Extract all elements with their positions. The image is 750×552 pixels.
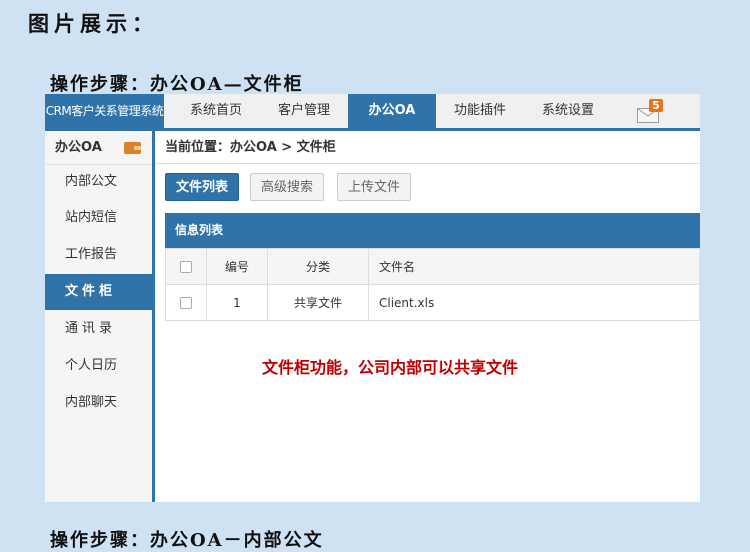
row-select-cell bbox=[165, 284, 207, 321]
brand-logo[interactable]: CRM客户关系管理系统 bbox=[45, 94, 164, 128]
app-window: CRM客户关系管理系统 系统首页 客户管理 办公OA 功能插件 系统设置 5 办… bbox=[45, 94, 700, 502]
column-header-filename[interactable]: 文件名 bbox=[368, 248, 700, 285]
nav-tab-home[interactable]: 系统首页 bbox=[172, 94, 260, 128]
step-title: 操作步骤：办公OA—文件柜 bbox=[50, 74, 304, 95]
next-step-title: 操作步骤：办公OA－内部公文 bbox=[50, 530, 324, 551]
select-all-cell bbox=[165, 248, 207, 285]
sidebar-item-documents[interactable]: 内部公文 bbox=[45, 164, 152, 200]
row-checkbox[interactable] bbox=[180, 297, 192, 309]
cell-id: 1 bbox=[206, 284, 268, 321]
sidebar-title: 办公OA bbox=[55, 140, 102, 155]
column-header-id[interactable]: 编号 bbox=[206, 248, 268, 285]
sidebar-item-chat[interactable]: 内部聊天 bbox=[45, 385, 152, 421]
nav-tab-office-oa[interactable]: 办公OA bbox=[348, 94, 436, 128]
file-table: 编号 分类 文件名 1 共享文件 Client.xls bbox=[165, 248, 700, 321]
sidebar-item-calendar[interactable]: 个人日历 bbox=[45, 348, 152, 384]
table-title: 信息列表 bbox=[165, 213, 700, 248]
cell-filename[interactable]: Client.xls bbox=[368, 284, 700, 321]
breadcrumb: 当前位置：办公OA > 文件柜 bbox=[155, 131, 700, 164]
sidebar: 办公OA 内部公文 站内短信 工作报告 文件柜 通讯录 个人日历 内部聊天 bbox=[45, 131, 155, 502]
cell-category: 共享文件 bbox=[267, 284, 369, 321]
page-heading: 图片展示： bbox=[28, 11, 158, 36]
advanced-search-button[interactable]: 高级搜索 bbox=[250, 173, 325, 201]
sidebar-header: 办公OA bbox=[45, 131, 152, 165]
wallet-icon bbox=[124, 142, 141, 154]
sidebar-item-messages[interactable]: 站内短信 bbox=[45, 200, 152, 236]
table-header-row: 编号 分类 文件名 bbox=[165, 248, 700, 285]
main-content: 当前位置：办公OA > 文件柜 文件列表 高级搜索 上传文件 信息列表 编号 分… bbox=[155, 131, 700, 502]
file-list-button[interactable]: 文件列表 bbox=[165, 173, 240, 201]
select-all-checkbox[interactable] bbox=[180, 261, 192, 273]
sidebar-item-file-cabinet[interactable]: 文件柜 bbox=[45, 274, 152, 310]
unread-badge: 5 bbox=[649, 99, 663, 112]
top-nav-bar: CRM客户关系管理系统 系统首页 客户管理 办公OA 功能插件 系统设置 5 bbox=[45, 94, 700, 131]
table-row[interactable]: 1 共享文件 Client.xls bbox=[165, 284, 700, 321]
column-header-category[interactable]: 分类 bbox=[267, 248, 369, 285]
sidebar-item-contacts[interactable]: 通讯录 bbox=[45, 311, 152, 347]
nav-tab-customers[interactable]: 客户管理 bbox=[260, 94, 348, 128]
nav-tab-settings[interactable]: 系统设置 bbox=[524, 94, 612, 128]
upload-file-button[interactable]: 上传文件 bbox=[337, 173, 412, 201]
sidebar-item-reports[interactable]: 工作报告 bbox=[45, 237, 152, 273]
info-table-panel: 信息列表 编号 分类 文件名 1 共享文件 Client.xls bbox=[165, 213, 700, 321]
nav-tab-plugins[interactable]: 功能插件 bbox=[436, 94, 524, 128]
annotation-text: 文件柜功能，公司内部可以共享文件 bbox=[262, 358, 519, 377]
mail-button[interactable]: 5 bbox=[637, 99, 665, 124]
